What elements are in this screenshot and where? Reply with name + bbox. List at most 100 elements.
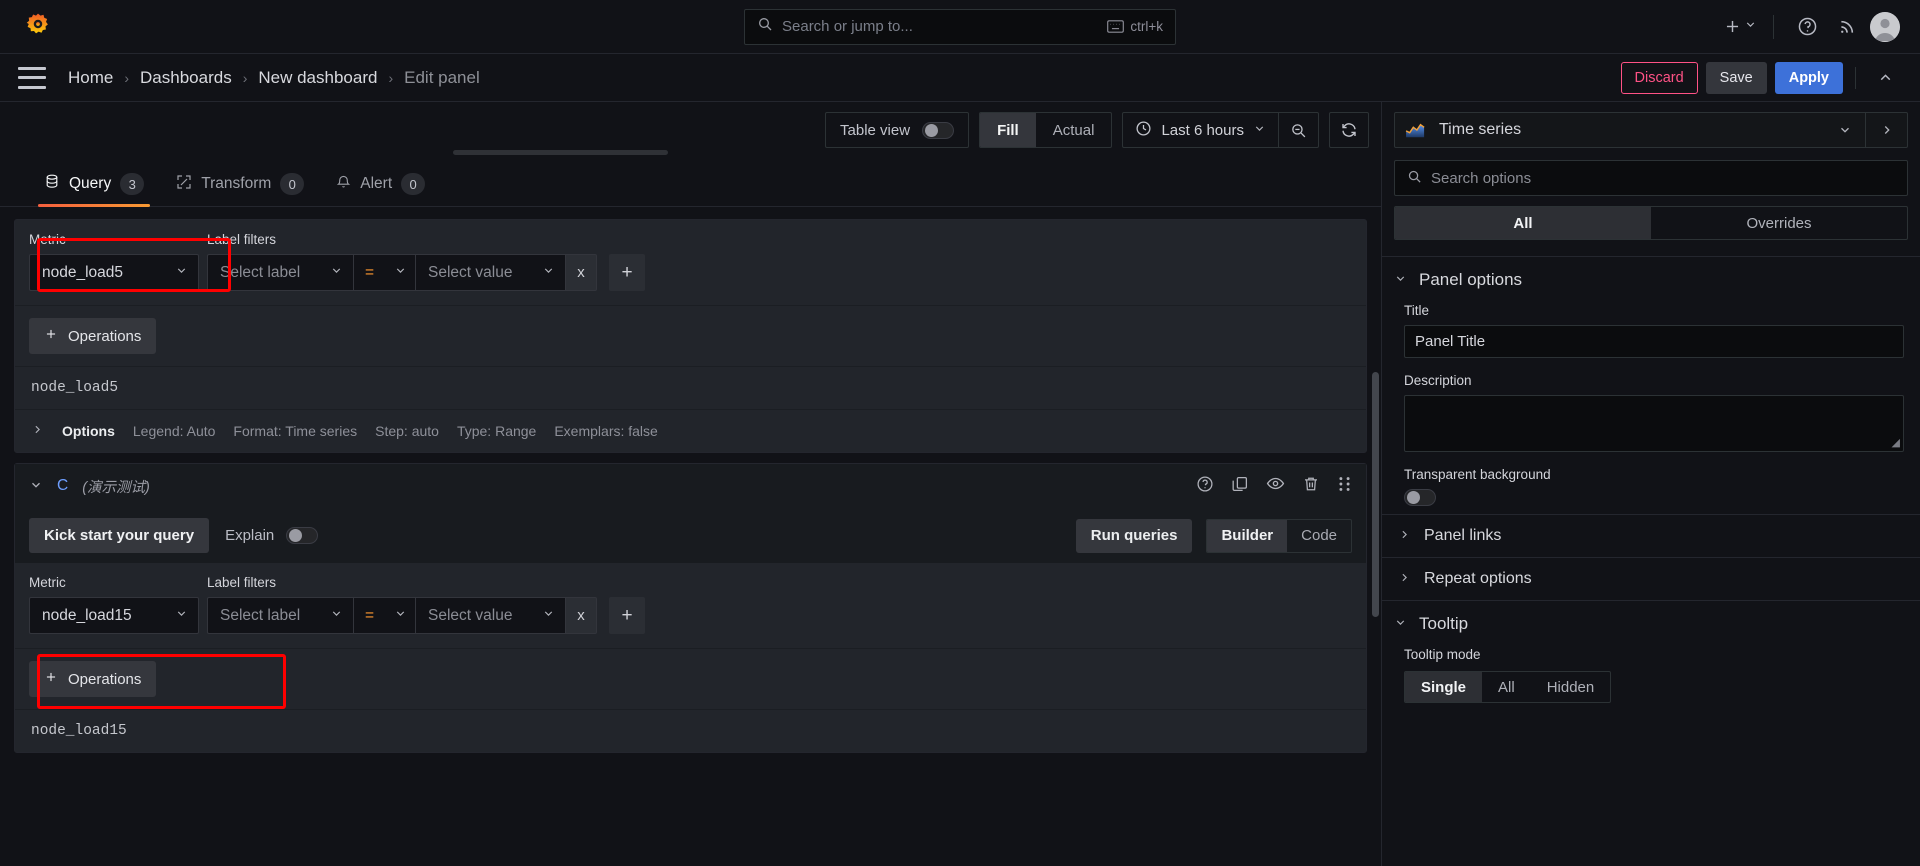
options-search-input[interactable]: Search options [1394, 160, 1908, 196]
tab-query[interactable]: Query 3 [28, 173, 160, 206]
kick-start-query-button[interactable]: Kick start your query [29, 518, 209, 553]
select-value-c[interactable]: Select value [415, 597, 565, 634]
tab-transform[interactable]: Transform 0 [160, 173, 320, 206]
select-label-a[interactable]: Select label [207, 254, 353, 291]
panel-description-textarea[interactable]: ◢ [1404, 395, 1904, 452]
breadcrumb-separator-icon: › [243, 70, 248, 86]
add-operations-button-c[interactable]: Operations [29, 661, 156, 697]
select-value-a[interactable]: Select value [415, 254, 565, 291]
breadcrumb-item-dashboards[interactable]: Dashboards [140, 68, 232, 88]
query-a-label-filters: Label filters Select label [207, 232, 1352, 291]
duplicate-icon[interactable] [1231, 475, 1249, 498]
table-view-switch[interactable] [922, 122, 954, 139]
drag-handle-icon[interactable] [1337, 475, 1352, 498]
chevron-right-icon [31, 423, 44, 439]
table-view-label: Table view [840, 122, 910, 139]
trash-icon[interactable] [1302, 475, 1320, 498]
tooltip-mode-all[interactable]: All [1482, 672, 1531, 702]
explain-switch[interactable] [286, 527, 318, 544]
breadcrumb-bar: Home › Dashboards › New dashboard › Edit… [0, 54, 1920, 102]
select-label-c[interactable]: Select label [207, 597, 353, 634]
chevron-down-icon[interactable] [29, 478, 43, 495]
eye-icon[interactable] [1266, 474, 1285, 498]
save-button[interactable]: Save [1706, 62, 1767, 94]
query-editor-scrollbar[interactable] [1372, 372, 1379, 617]
chevron-down-icon [542, 607, 555, 625]
viz-type-select[interactable]: Time series [1394, 112, 1908, 148]
tab-all-options[interactable]: All [1395, 207, 1651, 239]
chevron-down-icon [175, 264, 188, 282]
chevron-up-icon[interactable] [1868, 62, 1902, 94]
panel-links-row[interactable]: Panel links [1382, 514, 1920, 557]
pane-resize-handle[interactable] [453, 150, 668, 155]
query-c-metric-field: Metric node_load15 [29, 575, 199, 634]
remove-filter-button-a[interactable]: x [565, 254, 597, 291]
global-search-input[interactable]: Search or jump to... ctrl+k [744, 9, 1176, 45]
add-operations-button-a[interactable]: Operations [29, 318, 156, 354]
menu-toggle-button[interactable] [18, 67, 46, 89]
apply-button[interactable]: Apply [1775, 62, 1843, 94]
builder-mode-button[interactable]: Builder [1207, 520, 1287, 552]
run-queries-button[interactable]: Run queries [1076, 519, 1193, 553]
explain-toggle[interactable]: Explain [225, 527, 318, 544]
resize-grip-icon[interactable]: ◢ [1892, 436, 1900, 449]
query-c-builder-row: Metric node_load15 Label filters [15, 563, 1366, 648]
label-filter-group-a: Select label = [207, 254, 597, 291]
grafana-logo[interactable] [22, 11, 54, 43]
breadcrumb-item-new-dashboard[interactable]: New dashboard [258, 68, 377, 88]
chevron-down-icon [1253, 122, 1266, 139]
add-filter-button-a[interactable]: + [609, 254, 645, 291]
tab-overrides[interactable]: Overrides [1651, 207, 1907, 239]
query-c-id[interactable]: C [57, 477, 68, 495]
refresh-icon[interactable] [1329, 112, 1369, 148]
panel-options-header[interactable]: Panel options [1382, 257, 1920, 303]
operator-select-a[interactable]: = [353, 254, 415, 291]
chevron-down-icon [394, 264, 407, 282]
operator-select-c[interactable]: = [353, 597, 415, 634]
breadcrumb-item-home[interactable]: Home [68, 68, 113, 88]
tooltip-title: Tooltip [1419, 614, 1468, 634]
top-right-actions [1723, 10, 1920, 44]
editor-tabs: Query 3 Transform 0 [0, 163, 1381, 207]
repeat-options-row[interactable]: Repeat options [1382, 557, 1920, 600]
discard-button[interactable]: Discard [1621, 62, 1698, 94]
chevron-down-icon [175, 607, 188, 625]
transparent-background-switch[interactable] [1404, 489, 1436, 506]
query-a-options-row[interactable]: Options Legend: Auto Format: Time series… [15, 409, 1366, 452]
query-c-header: C (演示测试) [15, 464, 1366, 508]
operator-select-a-value: = [365, 264, 374, 282]
tab-alert-label: Alert [360, 175, 392, 193]
option-type: Type: Range [457, 423, 536, 439]
tooltip-mode-single[interactable]: Single [1405, 672, 1482, 702]
code-mode-button[interactable]: Code [1287, 520, 1351, 552]
time-range-picker[interactable]: Last 6 hours [1123, 113, 1278, 147]
help-circle-icon[interactable] [1196, 475, 1214, 498]
create-new-button[interactable] [1723, 17, 1757, 36]
add-filter-button-c[interactable]: + [609, 597, 645, 634]
option-exemplars: Exemplars: false [554, 423, 657, 439]
table-view-toggle[interactable]: Table view [825, 112, 969, 148]
breadcrumb-separator-icon: › [124, 70, 129, 86]
metric-select-c-value: node_load15 [42, 607, 132, 625]
options-scope-tabs: All Overrides [1394, 206, 1908, 240]
tab-alert[interactable]: Alert 0 [320, 173, 441, 206]
breadcrumb: Home › Dashboards › New dashboard › Edit… [68, 68, 480, 88]
tooltip-section: Tooltip Tooltip mode Single All Hidden [1382, 600, 1920, 703]
remove-filter-button-c[interactable]: x [565, 597, 597, 634]
chevron-right-icon[interactable] [1865, 113, 1907, 147]
tooltip-mode-hidden[interactable]: Hidden [1531, 672, 1611, 702]
help-circle-icon[interactable] [1790, 10, 1824, 44]
rss-icon[interactable] [1830, 10, 1864, 44]
panel-options-title: Panel options [1419, 270, 1522, 290]
panel-title-input[interactable]: Panel Title [1404, 325, 1904, 358]
tooltip-header[interactable]: Tooltip [1382, 601, 1920, 647]
user-avatar[interactable] [1870, 12, 1900, 42]
chevron-down-icon[interactable] [1825, 123, 1865, 137]
metric-select-c[interactable]: node_load15 [29, 597, 199, 634]
metric-select-a[interactable]: node_load5 [29, 254, 199, 291]
fill-button[interactable]: Fill [980, 113, 1036, 147]
clock-icon [1135, 120, 1152, 141]
tooltip-mode-label: Tooltip mode [1404, 647, 1904, 662]
zoom-out-icon[interactable] [1278, 113, 1318, 147]
actual-button[interactable]: Actual [1036, 113, 1112, 147]
